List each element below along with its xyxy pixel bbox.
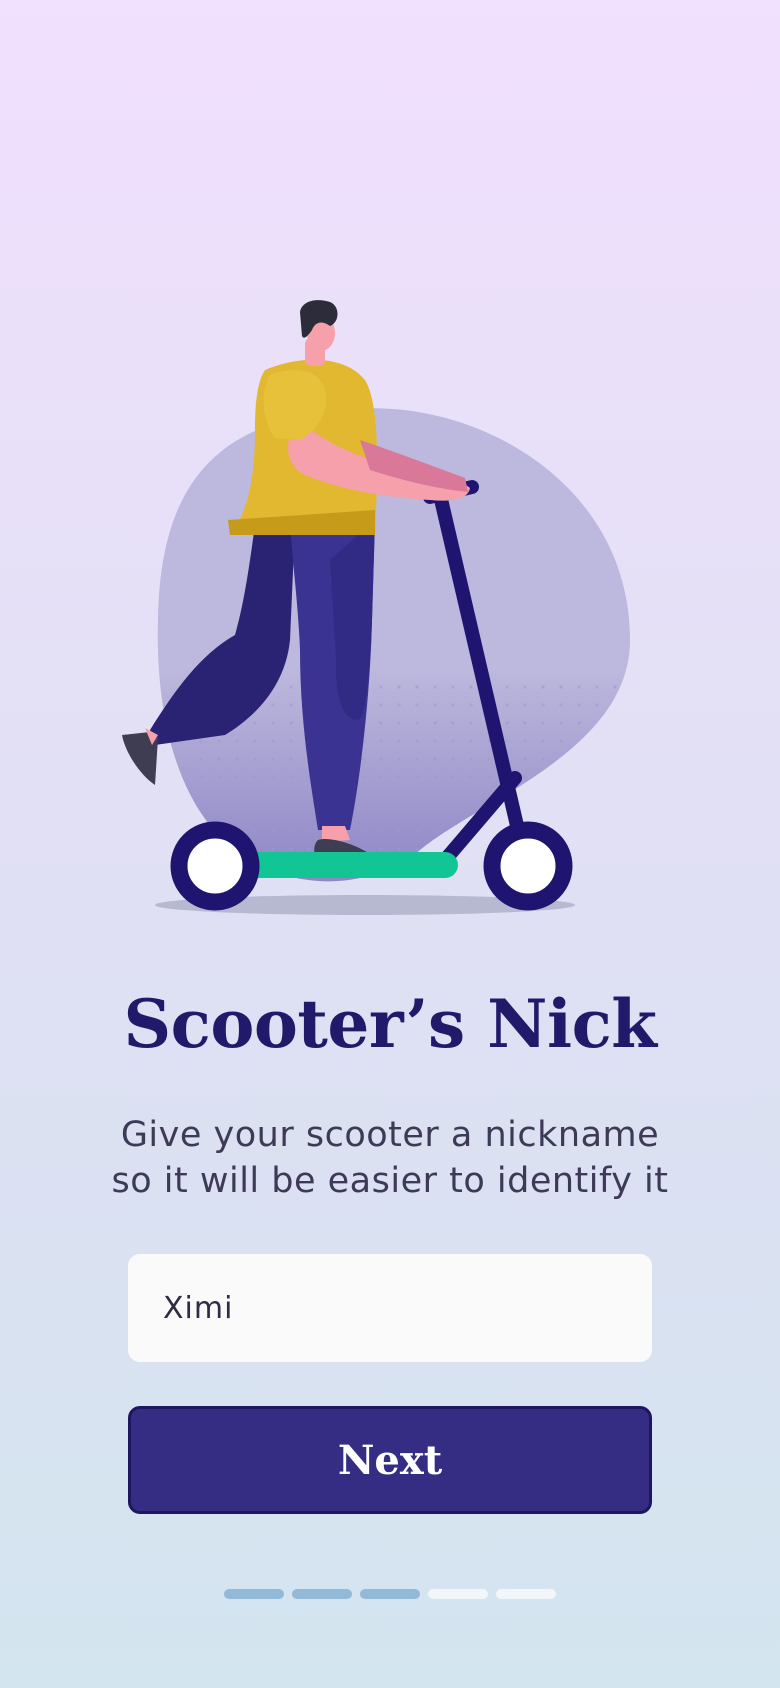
progress-step-complete bbox=[292, 1589, 352, 1599]
next-button[interactable]: Next bbox=[128, 1406, 652, 1514]
rear-wheel bbox=[170, 821, 260, 911]
subtitle-line-2: so it will be easier to identify it bbox=[111, 1161, 669, 1201]
progress-step-pending bbox=[496, 1589, 556, 1599]
page-subtitle: Give your scooter a nickname so it will … bbox=[60, 1112, 720, 1204]
scooter-rider-illustration bbox=[122, 300, 630, 915]
front-wheel bbox=[483, 821, 573, 911]
page-title: Scooter’s Nick bbox=[123, 985, 658, 1063]
progress-step-pending bbox=[428, 1589, 488, 1599]
progress-step-complete bbox=[360, 1589, 420, 1599]
scooter-deck bbox=[240, 852, 458, 878]
progress-step-complete bbox=[224, 1589, 284, 1599]
scooter-nickname-input[interactable] bbox=[128, 1254, 652, 1362]
step-progress-indicator bbox=[224, 1589, 556, 1599]
subtitle-line-1: Give your scooter a nickname bbox=[120, 1115, 660, 1155]
